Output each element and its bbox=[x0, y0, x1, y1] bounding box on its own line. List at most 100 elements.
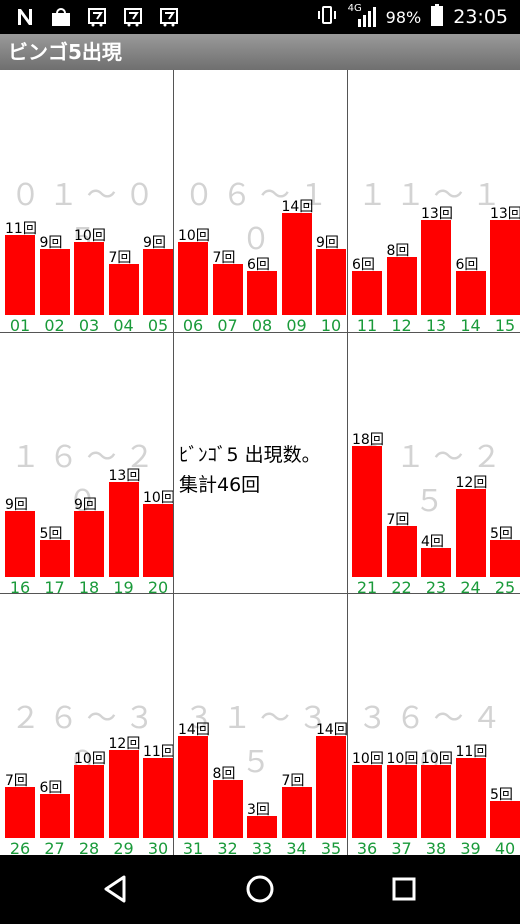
number-label: 13 bbox=[425, 316, 447, 332]
number-label: 31 bbox=[182, 839, 204, 855]
count-label: 5回 bbox=[490, 526, 513, 542]
count-label: 10回 bbox=[386, 751, 419, 767]
count-label: 3回 bbox=[247, 802, 270, 818]
battery-percent: 98% bbox=[385, 7, 422, 27]
number-label: 19 bbox=[113, 578, 134, 593]
number-label: 14 bbox=[460, 316, 481, 332]
number-label: 25 bbox=[494, 578, 516, 593]
count-label: 10回 bbox=[421, 751, 453, 767]
number-label: 30 bbox=[147, 839, 169, 855]
count-label: 13回 bbox=[421, 206, 453, 222]
bar bbox=[421, 548, 451, 577]
number-group-cell: １６～２０ 9回 16 5回 17 9回 18 13回 19 10回 20 bbox=[0, 332, 173, 593]
number-label: 28 bbox=[78, 839, 100, 855]
bar bbox=[108, 750, 139, 838]
number-label: 22 bbox=[391, 578, 412, 593]
number-label: 20 bbox=[147, 578, 169, 593]
number-label: 11 bbox=[356, 316, 378, 332]
bar bbox=[5, 787, 35, 838]
count-label: 8回 bbox=[212, 766, 236, 782]
count-label: 10回 bbox=[178, 228, 210, 244]
number-label: 24 bbox=[460, 578, 481, 593]
bar bbox=[39, 249, 70, 315]
number-label: 36 bbox=[356, 839, 378, 855]
status-bar: 4G 98% 23:05 bbox=[0, 0, 520, 34]
bar bbox=[490, 220, 520, 315]
number-label: 08 bbox=[251, 316, 273, 332]
number-label: 15 bbox=[494, 316, 516, 332]
notification-icons bbox=[14, 6, 180, 28]
count-label: 7回 bbox=[5, 773, 28, 789]
bar bbox=[74, 765, 104, 838]
number-label: 29 bbox=[113, 839, 134, 855]
number-label: 21 bbox=[356, 578, 378, 593]
number-label: 39 bbox=[460, 839, 481, 855]
bar bbox=[490, 540, 520, 577]
battery-icon bbox=[431, 3, 444, 31]
number-label: 16 bbox=[9, 578, 31, 593]
number-label: 06 bbox=[182, 316, 204, 332]
bar bbox=[74, 511, 104, 577]
bar bbox=[74, 242, 104, 315]
count-label: 5回 bbox=[39, 526, 63, 542]
count-label: 13回 bbox=[490, 206, 520, 222]
navigation-bar bbox=[0, 855, 520, 924]
number-label: 26 bbox=[9, 839, 31, 855]
count-label: 9回 bbox=[39, 235, 63, 251]
summary-cell: ﾋﾞﾝｺﾞ5 出現数。 集計46回 bbox=[173, 332, 347, 593]
number-group-cell: ２１～２５ 18回 21 7回 22 4回 23 12回 24 5回 25 bbox=[347, 332, 520, 593]
back-icon[interactable] bbox=[98, 871, 134, 907]
number-label: 02 bbox=[44, 316, 65, 332]
number-label: 12 bbox=[391, 316, 412, 332]
count-label: 12回 bbox=[455, 475, 488, 491]
count-label: 4回 bbox=[421, 534, 444, 550]
bar bbox=[316, 249, 346, 315]
grid-divider bbox=[347, 70, 348, 855]
bar bbox=[143, 504, 173, 577]
number-label: 18 bbox=[78, 578, 100, 593]
count-label: 10回 bbox=[352, 751, 384, 767]
recents-icon[interactable] bbox=[386, 871, 422, 907]
count-label: 6回 bbox=[39, 780, 63, 796]
bar bbox=[316, 736, 346, 838]
bar bbox=[108, 264, 139, 315]
number-label: 40 bbox=[494, 839, 516, 855]
count-label: 10回 bbox=[74, 228, 106, 244]
count-label: 14回 bbox=[178, 722, 210, 738]
count-label: 7回 bbox=[281, 773, 305, 789]
bar bbox=[352, 765, 382, 838]
count-label: 11回 bbox=[5, 221, 37, 237]
bar bbox=[455, 758, 486, 838]
bar bbox=[5, 235, 35, 315]
count-label: 18回 bbox=[352, 432, 384, 448]
shopping-cart-icon bbox=[86, 6, 108, 28]
count-label: 11回 bbox=[143, 744, 173, 760]
bingo-stats-grid: ０１～０５ 11回 01 9回 02 10回 03 7回 04 9回 05 ０６～１０ 10回 06 7回 0… bbox=[0, 70, 520, 855]
bar bbox=[352, 446, 382, 577]
page-title: ビンゴ5出現 bbox=[8, 40, 122, 64]
summary-total: 集計46回 bbox=[179, 474, 261, 496]
bar bbox=[386, 765, 417, 838]
number-label: 17 bbox=[44, 578, 65, 593]
vibrate-icon bbox=[316, 4, 338, 31]
count-label: 9回 bbox=[143, 235, 166, 251]
number-label: 34 bbox=[286, 839, 307, 855]
number-label: 03 bbox=[78, 316, 100, 332]
grid-divider bbox=[0, 332, 520, 333]
count-label: 13回 bbox=[108, 468, 141, 484]
count-label: 14回 bbox=[281, 199, 314, 215]
bar bbox=[108, 482, 139, 577]
home-icon[interactable] bbox=[242, 871, 278, 907]
number-label: 32 bbox=[217, 839, 238, 855]
count-label: 7回 bbox=[212, 250, 236, 266]
count-label: 6回 bbox=[247, 257, 270, 273]
number-group-cell: ０６～１０ 10回 06 7回 07 6回 08 14回 09 9回 10 bbox=[173, 70, 347, 332]
bar bbox=[212, 264, 243, 315]
count-label: 9回 bbox=[5, 497, 28, 513]
count-label: 14回 bbox=[316, 722, 347, 738]
number-label: 09 bbox=[286, 316, 307, 332]
grid-divider bbox=[173, 70, 174, 855]
count-label: 8回 bbox=[386, 243, 410, 259]
bar bbox=[352, 271, 382, 315]
network-type: 4G bbox=[347, 3, 362, 14]
